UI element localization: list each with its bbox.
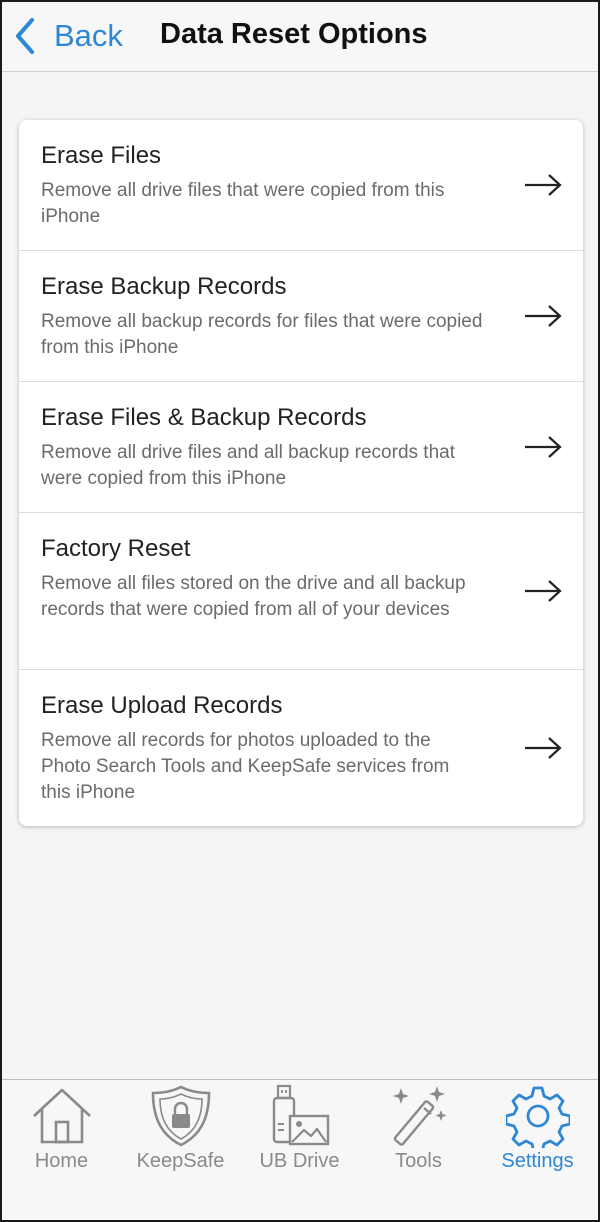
- chevron-left-icon: [16, 18, 34, 54]
- arrow-right-icon: [525, 305, 562, 327]
- shield-lock-icon: [151, 1085, 210, 1147]
- option-description: Remove all drive files that were copied …: [41, 180, 445, 227]
- option-title: Erase Files: [41, 142, 162, 169]
- option-title: Erase Files & Backup Records: [41, 404, 367, 431]
- tab-bar: Home KeepSafe UB Drive Tools Settings: [2, 1079, 598, 1220]
- tab-label: UB Drive: [259, 1150, 340, 1172]
- usb-drive-icon: [272, 1084, 329, 1146]
- tab-label: Home: [34, 1150, 89, 1172]
- tab-label: KeepSafe: [136, 1150, 225, 1172]
- option-title: Factory Reset: [41, 535, 191, 562]
- app-frame: Back Data Reset Options Erase Files Remo…: [0, 0, 600, 1222]
- tab-keepsafe[interactable]: KeepSafe: [121, 1084, 240, 1184]
- option-description: Remove all files stored on the drive and…: [41, 573, 466, 620]
- magic-wand-icon: [392, 1086, 446, 1146]
- option-erase-upload-records[interactable]: Erase Upload Records Remove all records …: [19, 670, 583, 826]
- option-erase-files-and-backup-records[interactable]: Erase Files & Backup Records Remove all …: [19, 382, 583, 513]
- arrow-right-icon: [525, 737, 562, 759]
- home-icon: [32, 1088, 91, 1144]
- option-description: Remove all drive files and all backup re…: [41, 442, 455, 489]
- option-title: Erase Upload Records: [41, 692, 283, 719]
- option-factory-reset[interactable]: Factory Reset Remove all files stored on…: [19, 513, 583, 670]
- arrow-right-icon: [525, 580, 562, 602]
- arrow-right-icon: [525, 436, 562, 458]
- tab-ub-drive[interactable]: UB Drive: [240, 1084, 359, 1184]
- option-erase-files[interactable]: Erase Files Remove all drive files that …: [19, 120, 583, 251]
- option-title: Erase Backup Records: [41, 273, 287, 300]
- tab-label: Settings: [501, 1150, 574, 1172]
- tab-home[interactable]: Home: [2, 1084, 121, 1184]
- navigation-bar: Back Data Reset Options: [2, 2, 598, 72]
- option-erase-backup-records[interactable]: Erase Backup Records Remove all backup r…: [19, 251, 583, 382]
- back-button[interactable]: Back: [12, 14, 123, 58]
- back-label: Back: [54, 18, 123, 53]
- reset-options-card: Erase Files Remove all drive files that …: [19, 120, 583, 826]
- arrow-right-icon: [525, 174, 562, 196]
- option-description: Remove all records for photos uploaded t…: [41, 730, 450, 803]
- page-title: Data Reset Options: [160, 18, 428, 50]
- gear-icon: [505, 1086, 570, 1148]
- tab-tools[interactable]: Tools: [359, 1084, 478, 1184]
- tab-settings[interactable]: Settings: [478, 1084, 597, 1184]
- option-description: Remove all backup records for files that…: [41, 311, 483, 358]
- tab-label: Tools: [395, 1150, 442, 1172]
